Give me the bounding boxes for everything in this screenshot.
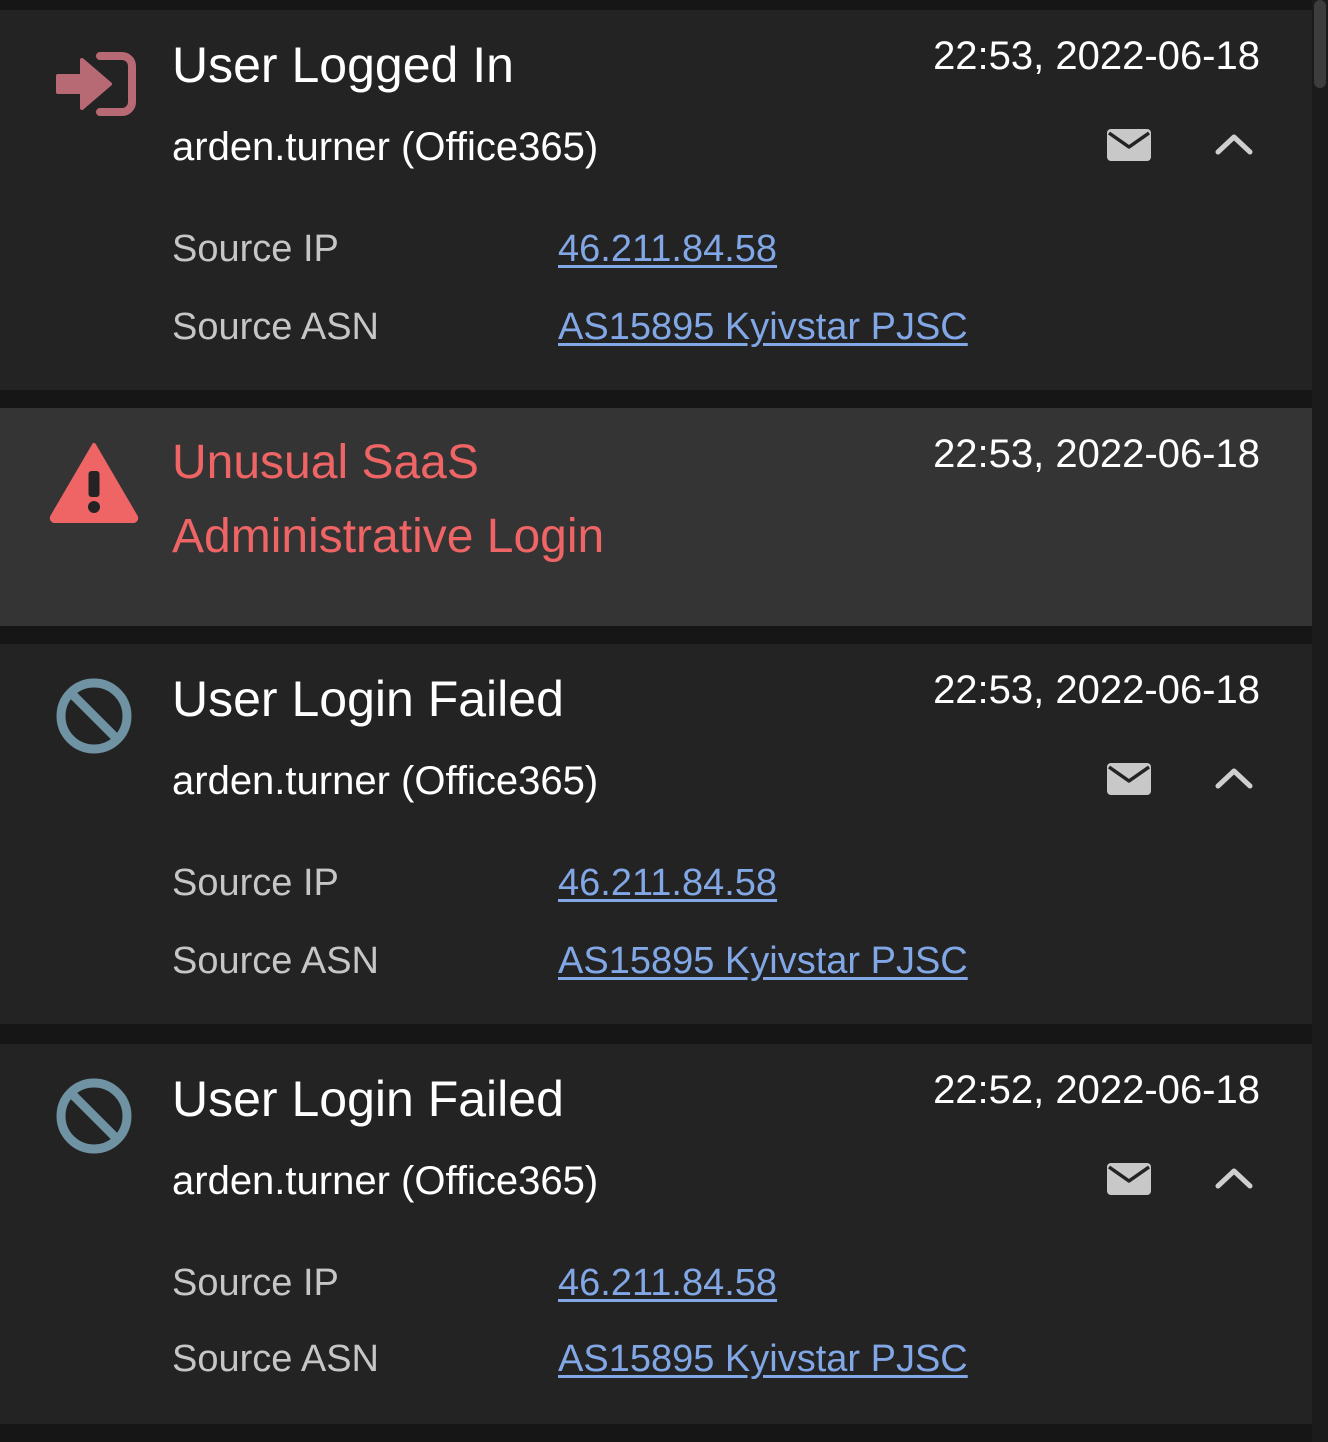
source-ip-label: Source IP xyxy=(172,228,339,270)
login-icon xyxy=(48,38,140,130)
scrollbar[interactable] xyxy=(1312,0,1328,1442)
chevron-up-icon[interactable] xyxy=(1214,762,1266,802)
chevron-up-icon[interactable] xyxy=(1214,1162,1266,1202)
blocked-icon xyxy=(48,670,140,762)
event-timestamp: 22:53, 2022-06-18 xyxy=(933,668,1260,712)
source-asn-link[interactable]: AS15895 Kyivstar PJSC xyxy=(558,937,968,985)
source-asn-link[interactable]: AS15895 Kyivstar PJSC xyxy=(558,1335,968,1383)
source-asn-label: Source ASN xyxy=(172,940,379,982)
scrollbar-thumb[interactable] xyxy=(1314,0,1326,88)
warning-triangle-icon xyxy=(48,436,140,528)
source-ip-label: Source IP xyxy=(172,1262,339,1304)
source-asn-label: Source ASN xyxy=(172,1338,379,1380)
event-feed: User Logged In 22:53, 2022-06-18 arden.t… xyxy=(0,0,1328,1442)
event-card-login-failed[interactable]: User Login Failed 22:53, 2022-06-18 arde… xyxy=(0,644,1312,1024)
source-ip-label: Source IP xyxy=(172,862,339,904)
event-user: arden.turner (Office365) xyxy=(172,759,599,803)
envelope-icon[interactable] xyxy=(1106,128,1158,168)
event-user: arden.turner (Office365) xyxy=(172,125,599,169)
source-ip-link[interactable]: 46.211.84.58 xyxy=(558,225,777,273)
source-ip-link[interactable]: 46.211.84.58 xyxy=(558,1259,777,1307)
alert-title-line-1: Unusual SaaS xyxy=(172,436,479,489)
source-asn-link[interactable]: AS15895 Kyivstar PJSC xyxy=(558,303,968,351)
event-card-login[interactable]: User Logged In 22:53, 2022-06-18 arden.t… xyxy=(0,10,1312,390)
event-user: arden.turner (Office365) xyxy=(172,1159,599,1203)
event-title: User Login Failed xyxy=(172,671,564,727)
blocked-icon xyxy=(48,1070,140,1162)
envelope-icon[interactable] xyxy=(1106,762,1158,802)
chevron-up-icon[interactable] xyxy=(1214,128,1266,168)
alert-timestamp: 22:53, 2022-06-18 xyxy=(933,432,1260,476)
source-ip-link[interactable]: 46.211.84.58 xyxy=(558,859,777,907)
event-timestamp: 22:53, 2022-06-18 xyxy=(933,34,1260,78)
event-title: User Login Failed xyxy=(172,1071,564,1127)
source-asn-label: Source ASN xyxy=(172,306,379,348)
alert-title-line-2: Administrative Login xyxy=(172,510,605,563)
envelope-icon[interactable] xyxy=(1106,1162,1158,1202)
event-title: User Logged In xyxy=(172,37,514,93)
event-card-login-failed[interactable]: User Login Failed 22:52, 2022-06-18 arde… xyxy=(0,1044,1312,1424)
event-timestamp: 22:52, 2022-06-18 xyxy=(933,1068,1260,1112)
alert-card[interactable]: Unusual SaaS Administrative Login 22:53,… xyxy=(0,408,1312,626)
